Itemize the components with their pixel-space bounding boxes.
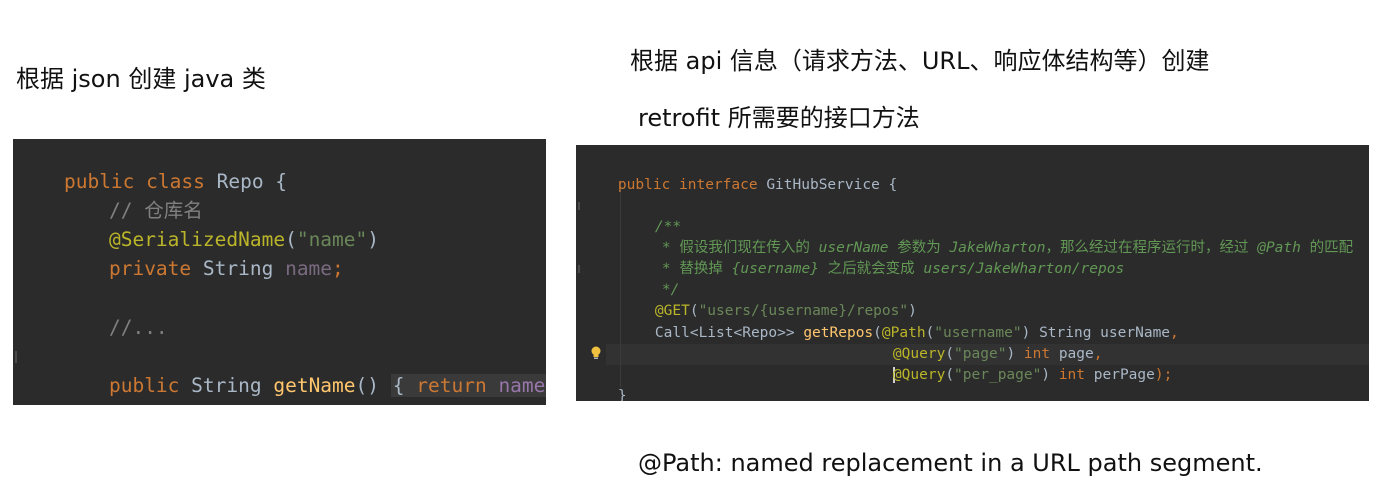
field-name: name: [285, 257, 333, 280]
code-line: //...: [62, 284, 546, 339]
type-name: String: [202, 257, 286, 280]
code-line: Call<List<Repo>> getRepos(@Path("usernam…: [654, 325, 1179, 341]
code-line: @Query("page") int page,: [892, 346, 1103, 362]
code-line: }: [617, 388, 627, 401]
code-line: */: [661, 282, 680, 298]
code-line: public String getName() { return name; }: [62, 342, 546, 397]
fold-marker: [578, 202, 580, 210]
lightbulb-icon[interactable]: [590, 346, 602, 360]
bottom-note: @Path: named replacement in a URL path s…: [638, 449, 1263, 477]
code-line: public class Repo {: [17, 139, 546, 193]
code-line: @Query("per_page") int perPage);: [892, 367, 1173, 383]
code-line: public interface GitHubService {: [583, 154, 1369, 193]
left-code-editor[interactable]: public class Repo { // 仓库名 @SerializedNa…: [13, 139, 546, 405]
code-line: @GET("users/{username}/repos"): [654, 303, 917, 319]
code-line: * 假设我们现在传入的 userName 参数为 JakeWharton，那么经…: [661, 240, 1354, 256]
code-line: // 仓库名: [62, 167, 546, 222]
return-type: Call<List<Repo>>: [654, 325, 804, 341]
left-caption: 根据 json 创建 java 类: [16, 65, 266, 93]
fold-marker: [15, 351, 17, 363]
code-line: * 替换掉 {username} 之后就会变成 users/JakeWharto…: [661, 261, 1125, 277]
code-line: }: [17, 371, 546, 405]
fold-marker: [578, 265, 580, 273]
code-line: /**: [620, 196, 1369, 235]
code-line: private String name;: [108, 257, 344, 280]
keyword: public interface: [617, 177, 767, 193]
code-line: @SerializedName("name"): [108, 228, 380, 251]
right-caption-line-1: 根据 api 信息（请求方法、URL、响应体结构等）创建: [630, 47, 1210, 75]
keyword: private: [108, 257, 203, 280]
comment: //...: [108, 316, 168, 339]
right-caption-line-2: retrofit 所需要的接口方法: [638, 104, 920, 132]
interface-name: GitHubService {: [766, 177, 898, 193]
right-code-editor[interactable]: public interface GitHubService { /** * 假…: [576, 145, 1369, 401]
